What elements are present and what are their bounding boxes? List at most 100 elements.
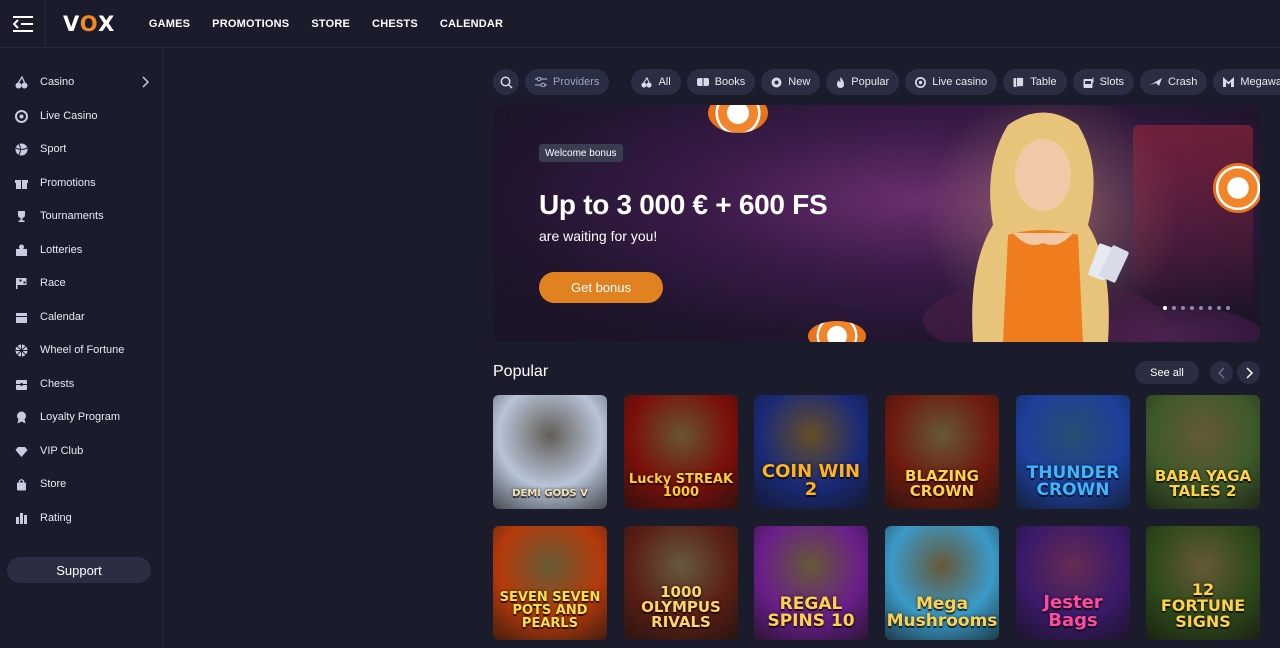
sidebar-item-label: Live Casino — [40, 110, 98, 122]
sidebar-item-label: Wheel of Fortune — [40, 344, 125, 356]
banner-hostess-illustration — [923, 112, 1163, 342]
lottery-icon — [15, 244, 28, 257]
game-title: 12 FORTUNE SIGNS — [1160, 580, 1246, 631]
game-tile[interactable]: BLAZING CROWN — [885, 395, 999, 509]
top-header: VOX GAMES PROMOTIONS STORE CHESTS CALEND… — [0, 0, 1280, 48]
game-tile[interactable]: Lucky STREAK 1000 — [624, 395, 738, 509]
banner-dot[interactable] — [1181, 306, 1185, 310]
sidebar-item-loyalty-program[interactable]: Loyalty Program — [0, 402, 163, 432]
game-tile[interactable]: DEMI GODS V — [493, 395, 607, 509]
game-tile[interactable]: THUNDER CROWN — [1016, 395, 1130, 509]
game-title: SEVEN SEVEN POTS AND PEARLS — [499, 590, 601, 631]
filter-table[interactable]: Table — [1003, 69, 1067, 95]
ball-icon — [15, 143, 28, 156]
search-button[interactable] — [493, 69, 519, 95]
banner-dot[interactable] — [1163, 306, 1167, 310]
plane-icon — [1150, 77, 1163, 87]
sidebar-item-label: Casino — [40, 76, 75, 88]
sidebar-item-wheel-of-fortune[interactable]: Wheel of Fortune — [0, 335, 163, 365]
sidebar-item-sport[interactable]: Sport — [0, 134, 163, 164]
sidebar: Casino Live Casino Sport Promotions Tour… — [0, 49, 163, 648]
popular-prev-button[interactable] — [1210, 361, 1233, 384]
game-tile[interactable]: Mega Mushrooms — [885, 526, 999, 640]
sidebar-item-label: Chests — [40, 378, 75, 390]
game-tile[interactable]: REGAL SPINS 10 — [754, 526, 868, 640]
nav-promotions[interactable]: PROMOTIONS — [212, 18, 289, 30]
filter-all[interactable]: All — [631, 69, 681, 95]
popular-next-button[interactable] — [1237, 361, 1260, 384]
collapse-menu-icon — [12, 15, 33, 32]
banner-subtitle: are waiting for you! — [539, 228, 658, 244]
filter-new[interactable]: New — [761, 69, 821, 95]
promo-banner[interactable]: Welcome bonus Up to 3 000 € + 600 FS are… — [493, 105, 1260, 342]
sidebar-item-lotteries[interactable]: Lotteries — [0, 235, 163, 265]
sidebar-item-promotions[interactable]: Promotions — [0, 168, 163, 198]
see-all-button[interactable]: See all — [1135, 361, 1199, 384]
sidebar-item-race[interactable]: Race — [0, 268, 163, 298]
sidebar-item-chests[interactable]: Chests — [0, 369, 163, 399]
calendar-icon — [15, 311, 28, 324]
fire-icon — [836, 76, 845, 88]
logo-o: O — [79, 11, 99, 36]
filter-megaways[interactable]: Megaways — [1213, 69, 1280, 95]
gift-icon — [15, 177, 28, 190]
diamond-icon — [15, 445, 28, 458]
banner-dot[interactable] — [1226, 306, 1230, 310]
game-tile[interactable]: BABA YAGA TALES 2 — [1146, 395, 1260, 509]
sidebar-item-vip-club[interactable]: VIP Club — [0, 436, 163, 466]
filter-slots[interactable]: Slots — [1072, 69, 1135, 95]
sidebar-item-label: Calendar — [40, 311, 85, 323]
banner-dot[interactable] — [1190, 306, 1194, 310]
banner-dot[interactable] — [1199, 306, 1203, 310]
filter-popular[interactable]: Popular — [826, 69, 900, 95]
banner-dot[interactable] — [1208, 306, 1212, 310]
sidebar-item-label: Sport — [40, 143, 67, 155]
banner-pagination — [1163, 306, 1230, 310]
game-tile[interactable]: COIN WIN 2 — [754, 395, 868, 509]
megaways-icon — [1223, 77, 1235, 87]
medal-icon — [15, 411, 28, 424]
casino-chip-image — [1213, 163, 1260, 213]
banner-dot[interactable] — [1217, 306, 1221, 310]
chevron-right-icon — [142, 76, 149, 88]
providers-filter[interactable]: Providers — [525, 69, 610, 95]
sidebar-item-label: Promotions — [40, 177, 96, 189]
game-title: 1000 OLYMPUS RIVALS — [641, 583, 721, 631]
game-title: COIN WIN 2 — [761, 461, 861, 500]
bag-icon — [15, 478, 28, 491]
filter-books[interactable]: Books — [686, 69, 756, 95]
nav-games[interactable]: GAMES — [149, 18, 190, 30]
sidebar-item-live-casino[interactable]: Live Casino — [0, 101, 163, 131]
game-title: BABA YAGA TALES 2 — [1154, 467, 1252, 500]
vox-logo[interactable]: VOX — [63, 12, 115, 36]
chip-icon — [15, 109, 28, 123]
game-tile[interactable]: Jester Bags — [1016, 526, 1130, 640]
game-tile[interactable]: 12 FORTUNE SIGNS — [1146, 526, 1260, 640]
sliders-icon — [535, 77, 547, 87]
nav-store[interactable]: STORE — [311, 18, 350, 30]
banner-dot[interactable] — [1172, 306, 1176, 310]
search-icon — [500, 76, 513, 89]
game-title: REGAL SPINS 10 — [767, 594, 855, 631]
sidebar-item-label: Loyalty Program — [40, 411, 121, 423]
sidebar-item-tournaments[interactable]: Tournaments — [0, 201, 163, 231]
sidebar-toggle-button[interactable] — [0, 0, 46, 48]
cards-icon — [1013, 76, 1025, 88]
game-tile[interactable]: SEVEN SEVEN POTS AND PEARLS — [493, 526, 607, 640]
sidebar-item-store[interactable]: Store — [0, 469, 163, 499]
filter-live-casino[interactable]: Live casino — [905, 69, 998, 95]
sidebar-item-rating[interactable]: Rating — [0, 503, 163, 533]
chevron-right-icon — [1245, 366, 1253, 379]
nav-calendar[interactable]: CALENDAR — [440, 18, 503, 30]
nav-chests[interactable]: CHESTS — [372, 18, 418, 30]
wheel-icon — [15, 344, 28, 357]
get-bonus-button[interactable]: Get bonus — [539, 272, 663, 303]
book-icon — [696, 77, 709, 87]
support-button[interactable]: Support — [7, 557, 151, 583]
slot-machine-icon — [1083, 77, 1094, 88]
filter-crash[interactable]: Crash — [1140, 69, 1208, 95]
sidebar-item-casino[interactable]: Casino — [0, 67, 163, 97]
game-tile[interactable]: 1000 OLYMPUS RIVALS — [624, 526, 738, 640]
sidebar-item-label: Tournaments — [40, 210, 104, 222]
sidebar-item-calendar[interactable]: Calendar — [0, 302, 163, 332]
